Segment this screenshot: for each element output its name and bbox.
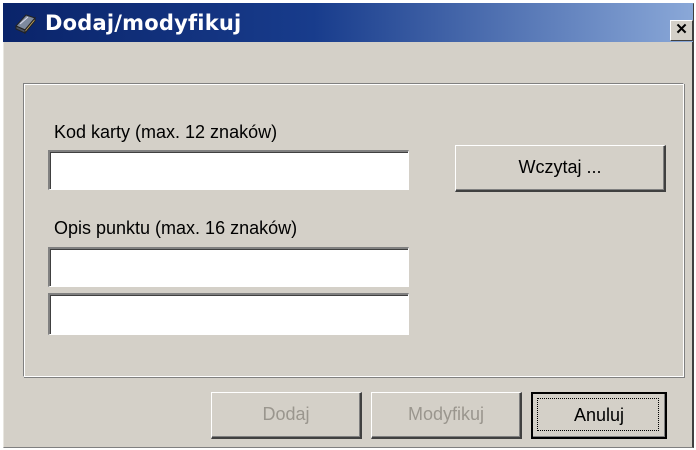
load-button[interactable]: Wczytaj ...	[455, 145, 666, 192]
cancel-button[interactable]: Anuluj	[531, 392, 667, 439]
modify-button[interactable]: Modyfikuj	[371, 392, 522, 439]
card-code-input[interactable]	[48, 150, 409, 190]
card-code-label: Kod karty (max. 12 znaków)	[54, 122, 278, 142]
description-input-line2[interactable]	[48, 293, 409, 335]
title-bar[interactable]: Dodaj/modyfikuj	[3, 3, 693, 42]
close-button[interactable]: ✕	[670, 20, 693, 41]
book-icon	[15, 14, 36, 34]
add-button[interactable]: Dodaj	[211, 392, 362, 439]
description-input-line1[interactable]	[48, 247, 409, 287]
description-label: Opis punktu (max. 16 znaków)	[54, 218, 298, 238]
focus-rectangle	[537, 398, 659, 431]
window-title: Dodaj/modyfikuj	[45, 11, 242, 35]
close-icon: ✕	[675, 21, 688, 38]
